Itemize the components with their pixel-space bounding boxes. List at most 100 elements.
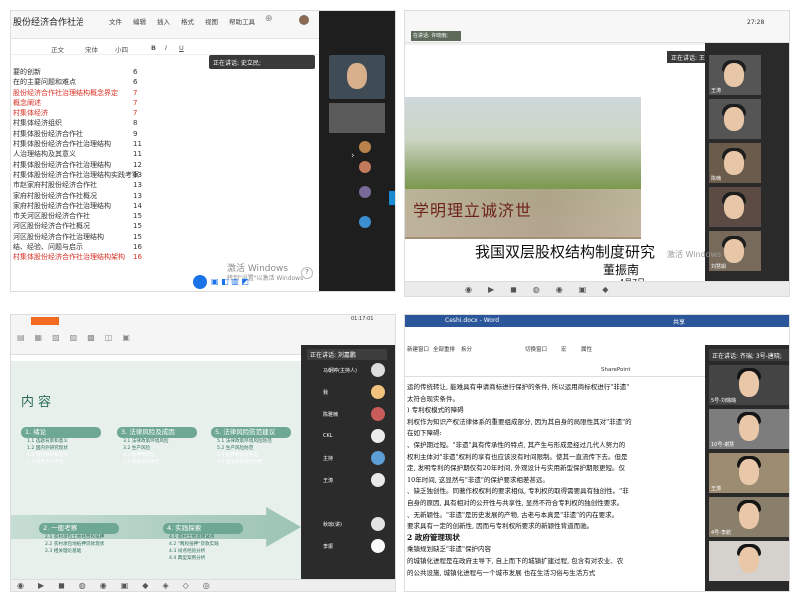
participant-name[interactable]: 李振 — [323, 543, 333, 550]
toc-entry[interactable]: 市赵家府村股份经济合作社 13 — [11, 180, 311, 190]
menu-help-tools[interactable]: 帮助工具 — [229, 16, 255, 26]
menu-edit[interactable]: 编辑 — [133, 16, 146, 26]
toc-entry-title: 在的主要问题和难点 — [13, 78, 76, 87]
toc-entry[interactable]: 村集体股份经济合作社治理结构实践考察 13 — [11, 170, 311, 180]
toc-entry-title: 村集体经济 — [13, 109, 48, 118]
help-icon[interactable]: ? — [301, 267, 313, 279]
underline-button[interactable]: U — [179, 44, 184, 52]
style-select[interactable]: 正文 — [51, 44, 64, 54]
avatar — [371, 429, 385, 443]
video-tile[interactable]: 10号-谢慧 — [709, 409, 789, 449]
participant-name[interactable]: 主持 — [323, 455, 333, 462]
share-button[interactable]: 共享 — [673, 317, 685, 326]
app-icon[interactable] — [193, 275, 207, 289]
participant-name[interactable]: 我 — [323, 389, 328, 396]
toc-entry[interactable]: 家府村股份经济合作社治理结构 14 — [11, 201, 311, 211]
toc-entry[interactable]: 村集体经济组织 8 — [11, 118, 311, 128]
toc-entry[interactable]: 河区股份经济合作社治理结构 15 — [11, 232, 311, 242]
toc-entry-title: 村集体股份经济合作社治理结构 — [13, 160, 111, 169]
table-of-contents: 要的创新 6 在的主要问题和难点 6 股份经济合作社治理结构概念界定 7 概念阐述 7 村集体经… — [11, 67, 311, 263]
toc-entry[interactable]: 股份经济合作社治理结构概念界定 7 — [11, 88, 311, 98]
section-box: 2. 一般考察 2.1 农村承包土地经营权抵押 2.2 农村承包地抵押贷款现状 … — [39, 523, 119, 579]
side-tab[interactable] — [389, 191, 395, 205]
paragraph-line: 乘镇规划缺乏"非遗"保护内容 — [407, 545, 491, 554]
toc-entry[interactable]: 人治理结构及其意义 11 — [11, 149, 311, 159]
toolbar-icons[interactable]: ▣ ◧ ▥ ◩ — [211, 277, 249, 286]
video-tile[interactable] — [709, 187, 761, 227]
video-tile[interactable] — [709, 541, 789, 581]
toc-entry[interactable]: 市关河区股份经济合作社 15 — [11, 211, 311, 221]
toc-entry-title: 村集体股份经济合作社 — [13, 129, 83, 138]
participant-name[interactable]: 陈雅楠 — [323, 411, 338, 418]
toc-entry[interactable]: 村集体经济 7 — [11, 108, 311, 118]
italic-button[interactable]: I — [165, 44, 167, 52]
toc-entry-page: 6 — [133, 68, 138, 76]
toc-entry-page: 11 — [133, 150, 142, 159]
doc-title[interactable]: 股份经济合作社治理 — [13, 15, 83, 28]
ribbon-arrange[interactable]: 全部重排 — [433, 345, 455, 353]
ribbon-icons[interactable]: ▤▦▧▨▩◫▣ — [17, 333, 217, 347]
section-box: 1. 绪论 1.1 选题背景和意义 1.2 国内外研究现状 1.3 研究目的和方… — [21, 427, 101, 483]
toc-entry[interactable]: 家府村股份经济合作社概况 13 — [11, 191, 311, 201]
document-body[interactable]: 运的传统转让, 能难具有申请商标进行保护的条件, 所以运用商标权进行"非遗" 太符… — [405, 377, 705, 591]
video-tile[interactable]: 陈楠 — [709, 143, 761, 183]
activation-watermark: 激活 Windows — [667, 250, 722, 259]
video-tile[interactable] — [329, 55, 385, 99]
chevron-right-icon[interactable]: › — [351, 151, 355, 161]
toc-entry[interactable]: 河区股份经济合作社概况 15 — [11, 221, 311, 231]
participant-name[interactable]: CKL — [323, 433, 333, 439]
app-tab[interactable] — [31, 317, 59, 325]
control-icons[interactable]: ◉▶◼◍◉▣◆◈◇◎ — [17, 581, 224, 590]
ribbon-switch[interactable]: 切换窗口 — [525, 345, 547, 353]
toc-entry-page: 14 — [133, 201, 142, 210]
video-tile[interactable] — [709, 99, 761, 139]
toc-entry[interactable]: 村集体股份经济合作社治理结构 11 — [11, 139, 311, 149]
menu-file[interactable]: 文件 — [109, 16, 122, 26]
ribbon-properties[interactable]: 属性 — [581, 345, 592, 353]
video-tile[interactable]: 5号-刘璐璐 — [709, 365, 789, 405]
slide-title: 内容 — [21, 395, 56, 410]
video-tile[interactable]: 4号-李航 — [709, 497, 789, 537]
meeting-controls: ◉▶◼◍◉▣◆◈◇◎ — [11, 579, 395, 591]
avatar — [359, 186, 371, 198]
toc-entry[interactable]: 结、经验、问题与启示 16 — [11, 242, 311, 252]
menu-view[interactable]: 视图 — [205, 16, 218, 26]
paragraph-line: 的城镇化进程是在政府主导下, 自上而下的城镇扩建过程, 包含有对农业、农 — [407, 556, 624, 565]
slide-stage: 学明理立诚济世 我国双层股权结构制度研究 董振南 4月7日 — [405, 45, 705, 287]
control-icons[interactable]: ◉▶◼◍◉▣◆ — [465, 285, 624, 294]
bold-button[interactable]: B — [151, 44, 156, 52]
paragraph-line: 自身的原因, 具有相对的公开性与共享性, 显然不符合专利权的独创性要求。 — [407, 498, 624, 507]
toc-entry[interactable]: 在的主要问题和难点 6 — [11, 77, 311, 87]
avatar[interactable] — [299, 15, 309, 25]
toc-entry[interactable]: 村集体股份经济合作社 9 — [11, 129, 311, 139]
add-icon[interactable]: ⊕ — [265, 14, 273, 24]
ribbon-sharepoint[interactable]: SharePoint — [601, 367, 631, 373]
participant-name[interactable]: 马朝婷(主持人) — [323, 367, 357, 374]
toc-entry-page: 12 — [133, 160, 142, 169]
participant-name[interactable]: 王涛 — [323, 477, 333, 484]
menu-insert[interactable]: 插入 — [157, 16, 170, 26]
word-editor-window: Ceshi.docx - Word 共享 新建窗口 全部重排 拆分 切换窗口 宏… — [404, 314, 790, 592]
participant-name[interactable]: 秋琼(讲) — [323, 521, 342, 528]
menu-format[interactable]: 格式 — [181, 16, 194, 26]
toc-entry[interactable]: 概念阐述 7 — [11, 98, 311, 108]
toc-entry-title: 村集体股份经济合作社治理结构 — [13, 140, 111, 149]
section-box: 3. 法律风险及成因 3.1 法律政策环境风险 3.2 生产风险 3.3 抵押物… — [117, 427, 197, 483]
meeting-timer: 01:17:01 — [351, 316, 374, 322]
toc-entry[interactable]: 村集体股份经济合作社治理结构 12 — [11, 160, 311, 170]
section-heading: 2 政府管理现状 — [407, 532, 460, 542]
ribbon-macro[interactable]: 宏 — [561, 345, 567, 353]
toc-entry-page: 15 — [133, 232, 142, 241]
video-tile[interactable]: 王涛 — [709, 55, 761, 95]
font-select[interactable]: 宋体 — [85, 44, 98, 54]
toc-entry-title: 人治理结构及其意义 — [13, 150, 76, 159]
video-tile[interactable] — [329, 103, 385, 133]
video-tile[interactable]: 王涛 — [709, 453, 789, 493]
toc-entry[interactable]: 要的创新 6 — [11, 67, 311, 77]
ribbon-split[interactable]: 拆分 — [461, 345, 472, 353]
speaking-indicator: 正在讲话: 齐瑞; 3号-唐晓; — [709, 349, 789, 361]
size-select[interactable]: 小四 — [115, 44, 128, 54]
toc-entry-page: 13 — [133, 191, 142, 200]
ribbon-new-window[interactable]: 新建窗口 — [407, 345, 429, 353]
avatar — [359, 216, 371, 228]
